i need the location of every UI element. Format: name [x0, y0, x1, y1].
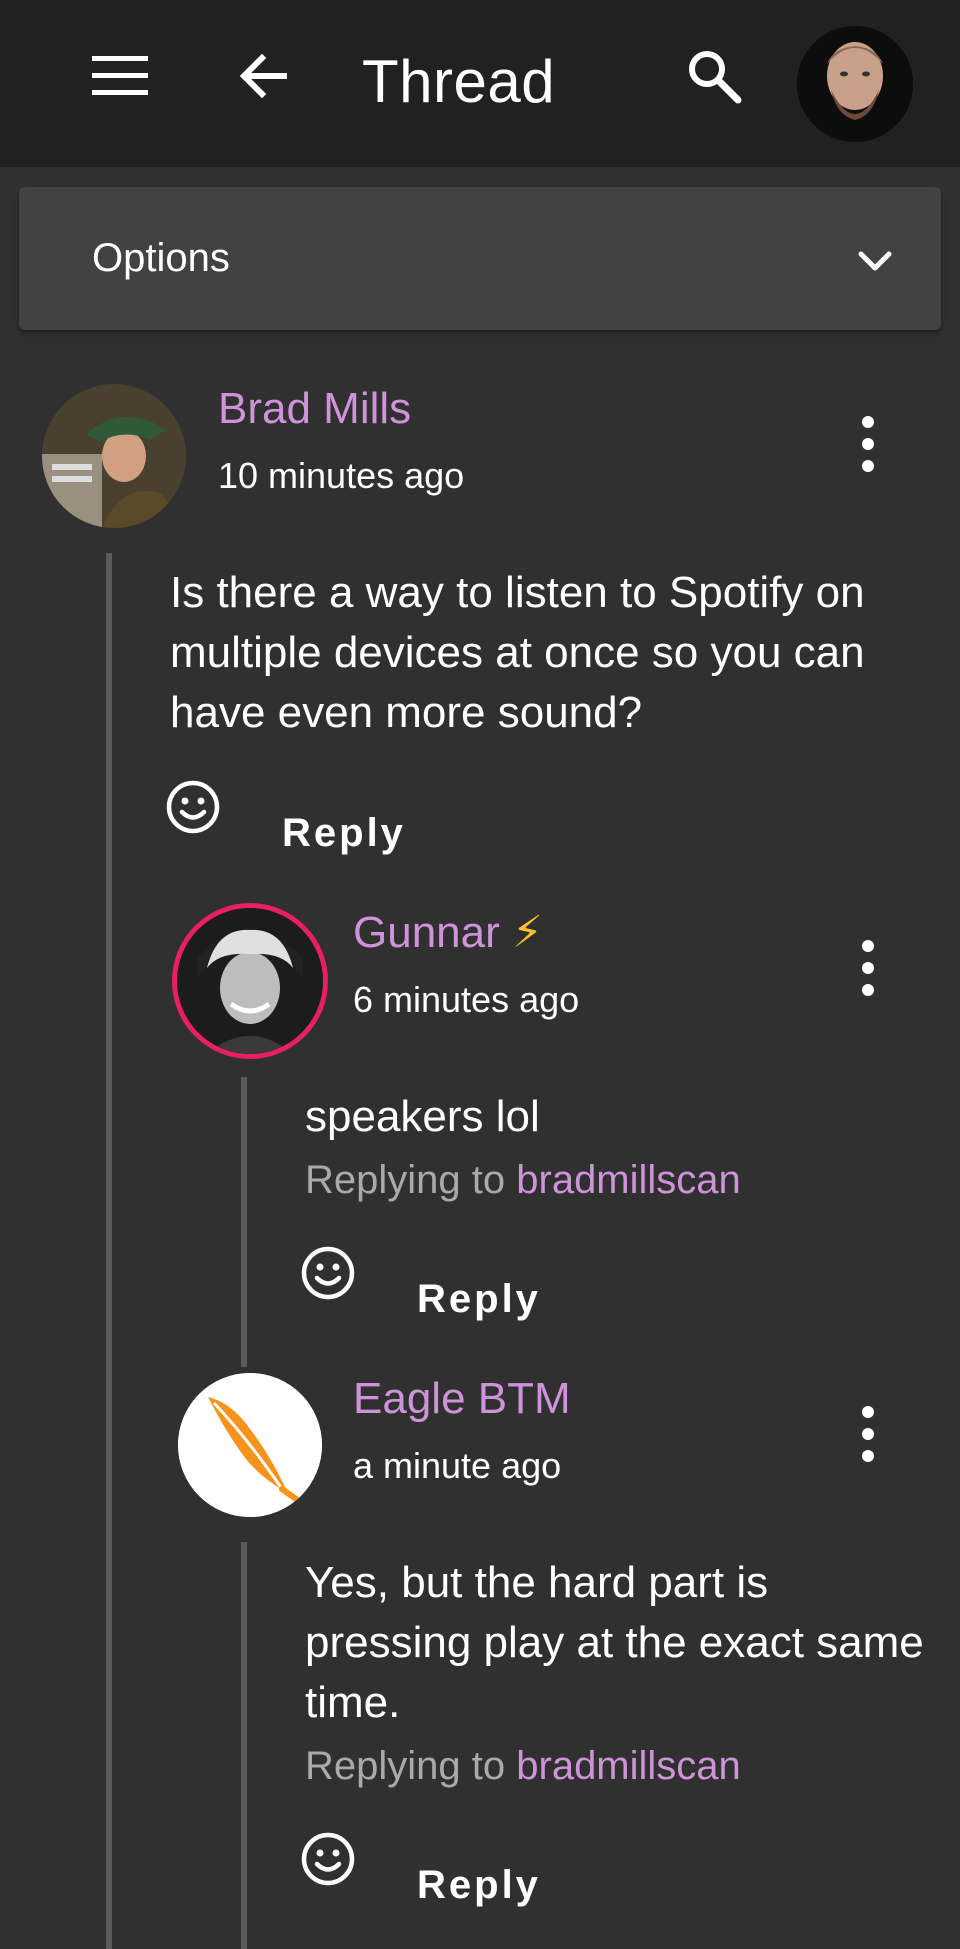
add-reaction-icon[interactable] — [298, 1243, 358, 1303]
options-label: Options — [92, 236, 230, 280]
replying-to: Replying to bradmillscan — [305, 1157, 741, 1203]
avatar-eagle-btm[interactable] — [178, 1373, 322, 1517]
reply-button[interactable]: Reply — [417, 1862, 541, 1908]
comment-body: Is there a way to listen to Spotify on m… — [170, 568, 865, 737]
comment-time: 6 minutes ago — [353, 979, 580, 1020]
comment-author[interactable]: Brad Mills — [218, 384, 411, 434]
comment-time: a minute ago — [353, 1445, 562, 1486]
add-reaction-icon[interactable] — [163, 777, 223, 837]
app-bar: Thread — [0, 0, 960, 167]
menu-icon[interactable] — [90, 52, 150, 100]
reply-button[interactable]: Reply — [417, 1276, 541, 1322]
more-vert-icon[interactable] — [848, 936, 888, 1000]
comment-author[interactable]: Eagle BTM — [353, 1374, 571, 1424]
comment-time: 10 minutes ago — [218, 455, 465, 496]
comment-body: speakers lol — [305, 1092, 540, 1141]
thread-line-reply-2 — [241, 1542, 247, 1949]
more-vert-icon[interactable] — [848, 412, 888, 476]
more-vert-icon[interactable] — [848, 1402, 888, 1466]
lightning-badge-icon: ⚡ — [512, 908, 543, 957]
add-reaction-icon[interactable] — [298, 1829, 358, 1889]
replying-prefix: Replying to — [305, 1158, 506, 1202]
avatar-brad-mills[interactable] — [42, 384, 186, 528]
replying-to: Replying to bradmillscan — [305, 1743, 741, 1789]
comment-body: Yes, but the hard part is pressing play … — [305, 1558, 924, 1727]
reply-button[interactable]: Reply — [282, 810, 406, 856]
replying-prefix: Replying to — [305, 1744, 506, 1788]
replying-handle-link[interactable]: bradmillscan — [516, 1158, 741, 1202]
thread-line-reply-1 — [241, 1077, 247, 1367]
comment-author[interactable]: Gunnar ⚡ — [353, 908, 543, 958]
page-title: Thread — [362, 48, 556, 115]
user-avatar[interactable] — [797, 26, 913, 142]
arrow-back-icon[interactable] — [234, 46, 294, 106]
avatar-gunnar[interactable] — [172, 903, 328, 1059]
author-name: Gunnar — [353, 908, 500, 957]
search-icon[interactable] — [682, 44, 746, 108]
replying-handle-link[interactable]: bradmillscan — [516, 1744, 741, 1788]
options-expander[interactable]: Options — [19, 187, 941, 330]
chevron-down-icon[interactable] — [847, 233, 903, 289]
thread-line-root — [106, 553, 112, 1949]
